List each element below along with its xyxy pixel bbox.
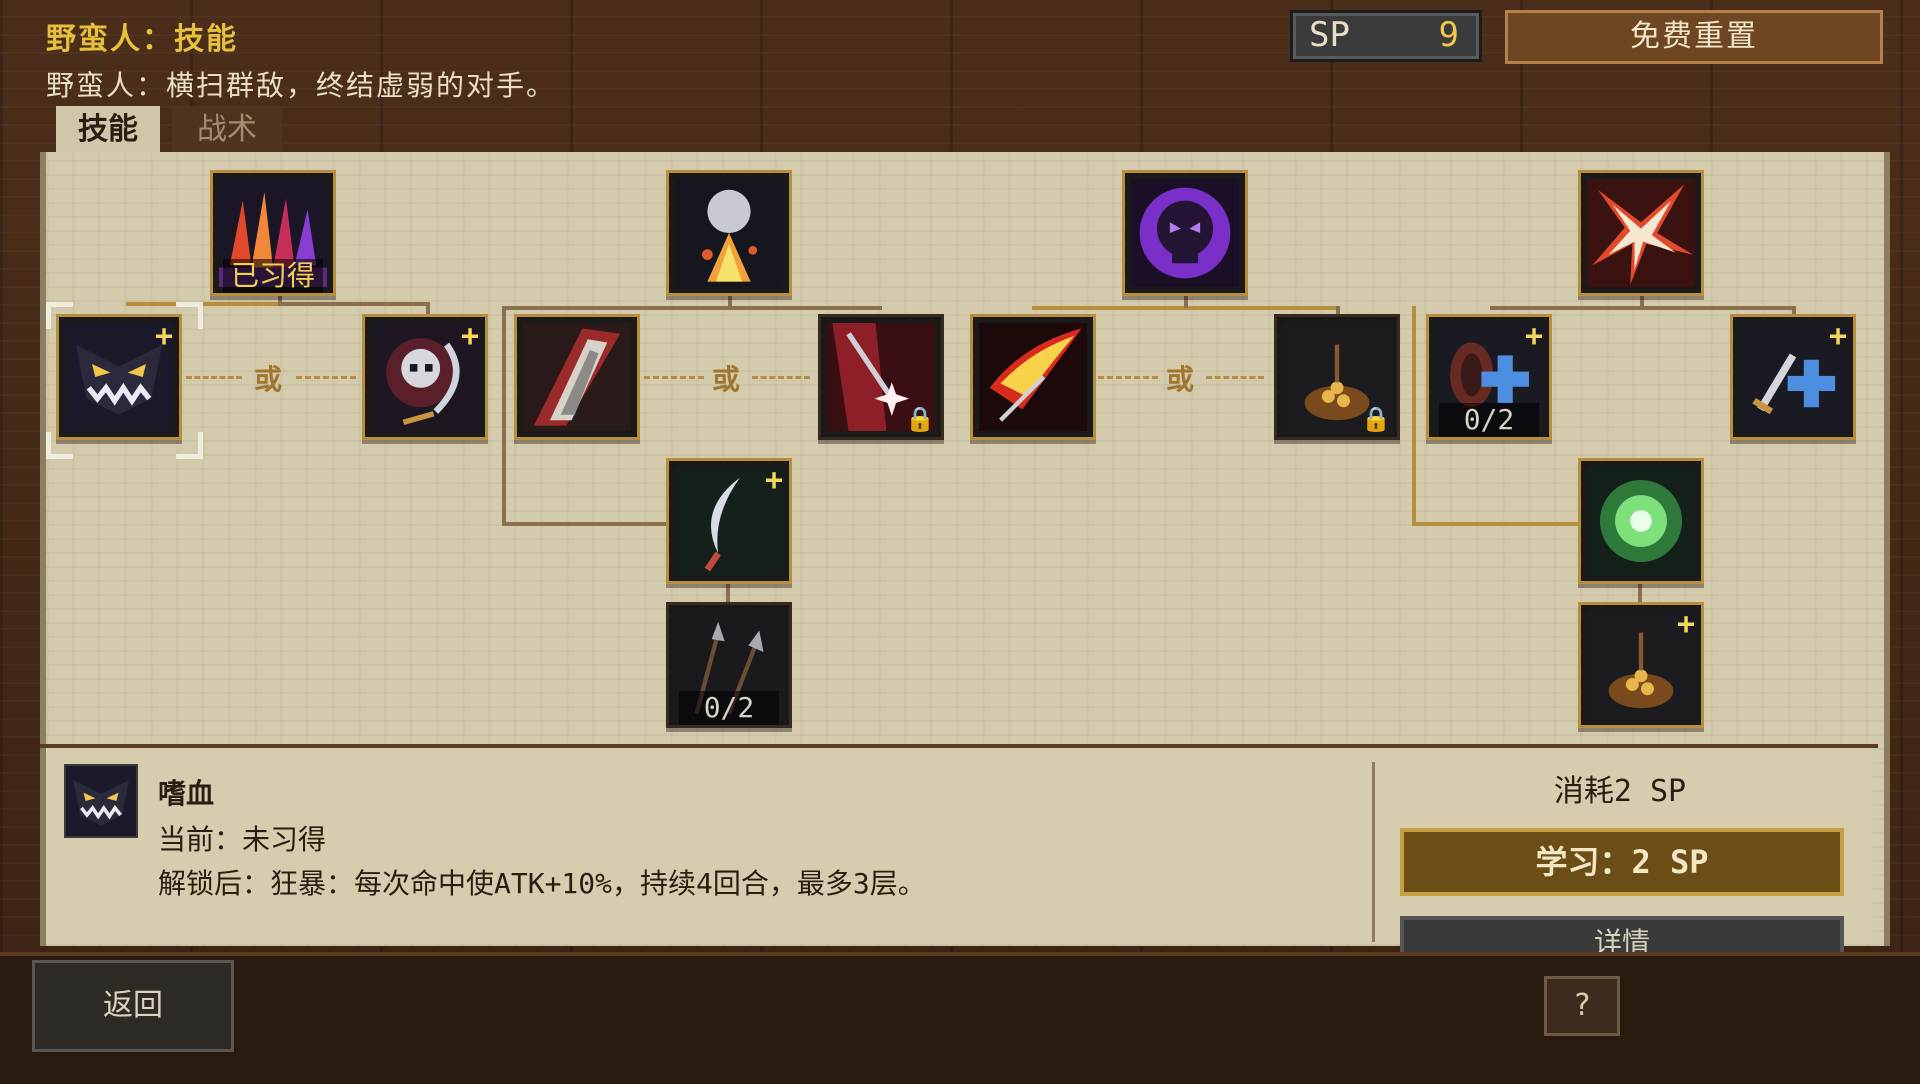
info-divider xyxy=(1372,762,1375,942)
green-aura-icon xyxy=(1587,467,1695,575)
or-connector xyxy=(752,376,810,379)
lock-icon: 🔒 xyxy=(1361,405,1391,433)
upgrade-plus-icon: + xyxy=(1828,319,1847,354)
connector-line xyxy=(1640,294,1644,308)
skill-node-shield-heal[interactable]: + 0/2 xyxy=(1426,314,1552,440)
skill-node-bloodthirst[interactable]: + xyxy=(56,314,182,440)
skill-node-twin-spears[interactable]: 0/2 xyxy=(666,602,792,728)
skill-node-ground-slam[interactable] xyxy=(666,170,792,296)
selected-skill-icon xyxy=(64,764,138,838)
skill-node-power-slash[interactable] xyxy=(970,314,1096,440)
back-button[interactable]: 返回 xyxy=(32,960,234,1052)
connector-line xyxy=(728,294,732,308)
skill-unlock-description: 解锁后：狂暴：每次命中使ATK+10%，持续4回合，最多3层。 xyxy=(158,867,926,900)
selection-corner xyxy=(46,302,73,329)
or-label: 或 xyxy=(712,363,741,396)
lock-icon: 🔒 xyxy=(905,405,935,433)
upgrade-plus-icon: + xyxy=(764,463,783,498)
purple-skull-icon xyxy=(1131,179,1239,287)
class-description: 野蛮人：横扫群敌，终结虚弱的对手。 xyxy=(46,69,557,102)
connector-line xyxy=(1184,294,1188,308)
skill-node-blade-sweep[interactable] xyxy=(514,314,640,440)
connector-line xyxy=(1412,522,1578,526)
tab-tactics[interactable]: 战术 xyxy=(172,106,282,154)
upgrade-plus-icon: + xyxy=(460,319,479,354)
or-connector xyxy=(296,376,356,379)
selection-corner xyxy=(176,302,203,329)
rank-label: 0/2 xyxy=(679,691,779,725)
skill-cost: 消耗2 SP xyxy=(1553,774,1687,809)
connector-line xyxy=(278,302,428,306)
blade-sweep-icon xyxy=(523,323,631,431)
connector-line xyxy=(502,522,668,526)
red-arrow-icon xyxy=(979,323,1087,431)
sp-counter: SP 9 xyxy=(1290,10,1482,62)
upgrade-plus-icon: + xyxy=(1524,319,1543,354)
monster-face-icon xyxy=(66,766,136,836)
or-connector xyxy=(1206,376,1264,379)
upgrade-plus-icon: + xyxy=(154,319,173,354)
upgrade-plus-icon: + xyxy=(1676,607,1695,642)
connector-line xyxy=(1412,306,1416,524)
connector-line xyxy=(502,306,882,310)
skill-node-terror[interactable] xyxy=(1122,170,1248,296)
help-button[interactable]: ? xyxy=(1544,976,1620,1036)
skill-name: 嗜血 xyxy=(158,777,215,810)
sp-label: SP xyxy=(1309,15,1350,55)
learned-label: 已习得 xyxy=(223,259,323,293)
skill-node-crescent-blade[interactable]: + xyxy=(666,458,792,584)
selection-corner xyxy=(176,432,203,459)
connector-line xyxy=(502,306,506,526)
or-label: 或 xyxy=(1166,363,1195,396)
or-connector xyxy=(186,376,242,379)
skill-node-burst[interactable] xyxy=(1578,170,1704,296)
skill-node-green-aura[interactable] xyxy=(1578,458,1704,584)
skill-node-star-strike[interactable]: 🔒 xyxy=(818,314,944,440)
rank-label: 0/2 xyxy=(1439,403,1539,437)
explosion-fist-icon xyxy=(675,179,783,287)
free-reset-button[interactable]: 免费重置 xyxy=(1505,10,1883,64)
skill-node-reaper[interactable]: + xyxy=(362,314,488,440)
or-connector xyxy=(1098,376,1158,379)
sp-value: 9 xyxy=(1438,15,1459,55)
page-title: 野蛮人：技能 xyxy=(46,22,238,57)
bottom-bar xyxy=(0,952,1920,1084)
selection-corner xyxy=(46,432,73,459)
skill-node-gold-pile-2[interactable]: + xyxy=(1578,602,1704,728)
or-connector xyxy=(644,376,704,379)
or-label: 或 xyxy=(254,363,283,396)
skill-node-fire-claws[interactable]: 已习得 xyxy=(210,170,336,296)
skill-node-sword-heal[interactable]: + xyxy=(1730,314,1856,440)
skill-node-gold-pile[interactable]: 🔒 xyxy=(1274,314,1400,440)
burst-icon xyxy=(1587,179,1695,287)
tab-skills[interactable]: 技能 xyxy=(56,106,160,154)
learn-button[interactable]: 学习：2 SP xyxy=(1400,828,1844,896)
skill-status: 当前：未习得 xyxy=(158,823,327,856)
